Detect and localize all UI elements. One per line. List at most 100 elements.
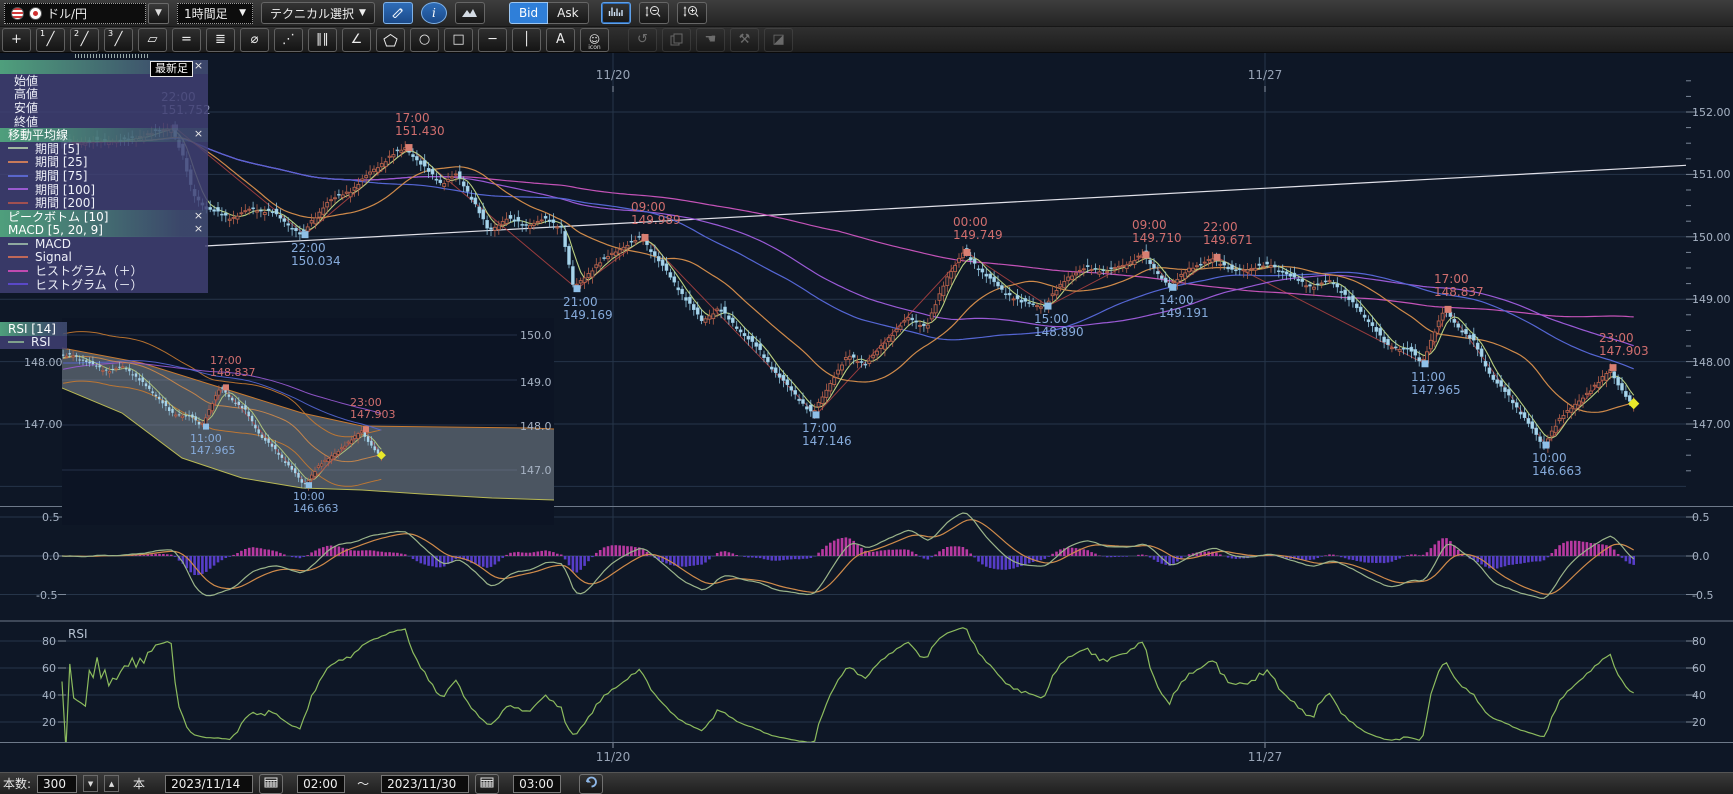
legend-item: 期間 [25] (0, 155, 208, 169)
bottom-annotation: 17:00147.146 (802, 422, 852, 448)
swing-price: 149.671 (1203, 234, 1253, 247)
legend-header: ピークボトム [10]× (0, 210, 208, 224)
swing-time: 22:00 (291, 242, 341, 255)
swing-price: 149.169 (563, 309, 613, 322)
legend-header: 移動平均線× (0, 128, 208, 142)
time-axis-label-top: 11/20 (596, 68, 631, 82)
swing-price: 147.965 (1411, 384, 1461, 397)
price-axis-label: 150.00 (1692, 231, 1731, 244)
swing-time: 21:00 (563, 296, 613, 309)
indicator-legend-panel: ×始値高値安値終値移動平均線×期間 [5]期間 [25]期間 [75]期間 [1… (0, 60, 208, 293)
chart-area[interactable]: 22:00151.75222:00150.03417:00151.43021:0… (0, 53, 1733, 772)
legend-item-label: ヒストグラム（－） (35, 276, 143, 293)
bottom-annotation: 21:00149.169 (563, 296, 613, 322)
series-color-swatch (8, 202, 28, 204)
macd-axis-label: -0.5 (1692, 589, 1713, 602)
inset-price-label: 150.0 (520, 329, 552, 342)
peak-annotation: 09:00149.989 (631, 201, 681, 227)
series-color-swatch (8, 341, 24, 343)
rsi-legend-panel: RSI [14]RSI (0, 322, 67, 349)
rsi-axis-label: 20 (1692, 716, 1706, 729)
rsi-axis-label: 80 (1692, 635, 1706, 648)
inset-price-label: 147.0 (520, 464, 552, 477)
legend-item: MACD (0, 237, 208, 251)
swing-price: 149.989 (631, 214, 681, 227)
bottom-annotation: 22:00150.034 (291, 242, 341, 268)
swing-price: 149.749 (953, 229, 1003, 242)
series-color-swatch (8, 243, 28, 245)
price-axis-label: 149.00 (1692, 293, 1731, 306)
price-axis-label: 152.00 (1692, 106, 1731, 119)
series-color-swatch (8, 188, 28, 190)
swing-price: 149.191 (1159, 307, 1209, 320)
legend-item: 期間 [5] (0, 142, 208, 156)
close-icon[interactable]: × (193, 128, 204, 140)
price-axis-label-left: 148.00 (24, 356, 63, 369)
legend-header: RSI [14] (0, 322, 67, 336)
legend-item: 期間 [75] (0, 169, 208, 183)
series-color-swatch (8, 161, 28, 163)
legend-header: MACD [5, 20, 9] × (0, 223, 208, 237)
time-axis-label-bottom: 11/27 (1248, 750, 1283, 764)
swing-time: 23:00 (1599, 332, 1649, 345)
peak-annotation: 23:00147.903 (1599, 332, 1649, 358)
legend-header-label: MACD [5, 20, 9] (8, 223, 103, 237)
swing-price: 147.903 (350, 409, 396, 421)
peak-annotation: 22:00149.671 (1203, 221, 1253, 247)
swing-time: 17:00 (395, 112, 445, 125)
price-axis-label: 147.00 (1692, 418, 1731, 431)
time-axis-label-top: 11/27 (1248, 68, 1283, 82)
legend-item-label: RSI (31, 335, 51, 349)
peak-annotation: 17:00151.430 (395, 112, 445, 138)
inset-price-label: 149.0 (520, 376, 552, 389)
swing-price: 147.146 (802, 435, 852, 448)
rsi-pane-title: RSI (68, 627, 88, 641)
time-axis-label-bottom: 11/20 (596, 750, 631, 764)
bottom-annotation: 14:00149.191 (1159, 294, 1209, 320)
close-icon[interactable]: × (193, 223, 204, 235)
swing-price: 150.034 (291, 255, 341, 268)
inset-bottom-annotation: 10:00146.663 (293, 491, 339, 515)
swing-time: 11:00 (1411, 371, 1461, 384)
legend-item: 期間 [100] (0, 182, 208, 196)
rsi-axis-label-left: 40 (42, 689, 56, 702)
legend-item: RSI (0, 336, 67, 350)
swing-price: 148.890 (1034, 326, 1084, 339)
peak-annotation: 00:00149.749 (953, 216, 1003, 242)
swing-price: 149.710 (1132, 232, 1182, 245)
macd-axis-label-left: -0.5 (36, 589, 57, 602)
macd-axis-label-left: 0.0 (42, 550, 60, 563)
swing-price: 148.837 (210, 367, 256, 379)
swing-price: 151.430 (395, 125, 445, 138)
swing-time: 17:00 (802, 422, 852, 435)
legend-item-label: MACD (35, 237, 71, 251)
series-color-swatch (8, 147, 28, 149)
close-icon[interactable]: × (193, 60, 204, 72)
macd-axis-label: 0.0 (1692, 550, 1710, 563)
swing-time: 11:00 (190, 433, 236, 445)
price-axis-label: 148.00 (1692, 356, 1731, 369)
preview-inset-window[interactable]: 150.0149.0148.0147.017:00148.83723:00147… (62, 318, 554, 525)
swing-time: 09:00 (1132, 219, 1182, 232)
rsi-axis-label: 40 (1692, 689, 1706, 702)
fx-chart-app: ドル/円 ▼ 1時間足 ▼ テクニカル選択 ▼ i Bid Ask +╱1╱2╱… (0, 0, 1733, 794)
peak-annotation: 17:00148.837 (1434, 273, 1484, 299)
rsi-axis-label-left: 80 (42, 635, 56, 648)
close-icon[interactable]: × (193, 210, 204, 222)
legend-item: ヒストグラム（－） (0, 278, 208, 292)
legend-header-label: RSI [14] (8, 322, 56, 336)
swing-price: 146.663 (1532, 465, 1582, 478)
inset-bottom-annotation: 11:00147.965 (190, 433, 236, 457)
macd-axis-label: 0.5 (1692, 511, 1710, 524)
rsi-axis-label-left: 60 (42, 662, 56, 675)
legend-drag-dots[interactable] (75, 54, 150, 58)
rsi-axis-label-left: 20 (42, 716, 56, 729)
swing-price: 147.903 (1599, 345, 1649, 358)
inset-price-label: 148.0 (520, 420, 552, 433)
peak-annotation: 09:00149.710 (1132, 219, 1182, 245)
series-color-swatch (8, 175, 28, 177)
inset-peak-annotation: 23:00147.903 (350, 397, 396, 421)
swing-price: 148.837 (1434, 286, 1484, 299)
bottom-annotation: 10:00146.663 (1532, 452, 1582, 478)
bottom-annotation: 15:00148.890 (1034, 313, 1084, 339)
